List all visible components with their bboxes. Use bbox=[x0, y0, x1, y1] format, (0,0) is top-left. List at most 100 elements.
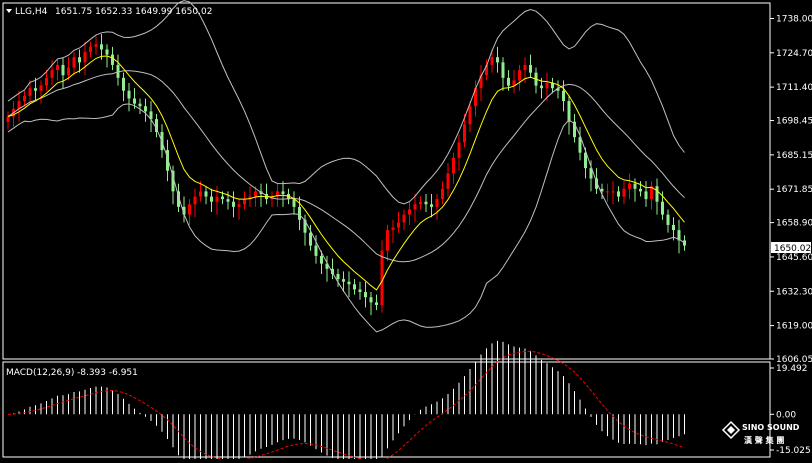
candle-body bbox=[391, 227, 395, 231]
candle-body bbox=[408, 209, 411, 215]
candle-body bbox=[446, 173, 450, 189]
candle-body bbox=[512, 80, 516, 86]
candle-body bbox=[254, 191, 257, 197]
candle-body bbox=[243, 199, 246, 205]
candle-body bbox=[523, 64, 527, 71]
logo-text-zh: 漢 聲 集 團 bbox=[744, 435, 784, 445]
candle-body bbox=[435, 199, 439, 207]
candle-body bbox=[501, 62, 505, 78]
candle-body bbox=[463, 124, 466, 143]
logo-inner-icon bbox=[727, 426, 735, 434]
candle-body bbox=[215, 196, 219, 202]
price-tick-label: 1671.85 bbox=[776, 185, 812, 195]
price-tick-label: 1698.45 bbox=[776, 117, 812, 127]
trading-chart: 19.492 0.00 -15.025 1738.00 1724.70 1711.40 1… bbox=[0, 0, 812, 463]
candle-body bbox=[529, 64, 532, 73]
price-axis: 1738.00 1724.70 1711.40 1698.45 1685.15 1671.… bbox=[770, 14, 812, 365]
candle-body bbox=[28, 88, 32, 96]
candle-body bbox=[490, 57, 494, 65]
macd-values: -8.393 -6.951 bbox=[77, 368, 138, 378]
candle-body bbox=[127, 90, 131, 99]
candle-body bbox=[540, 85, 543, 89]
candle-body bbox=[72, 57, 76, 68]
candle-body bbox=[309, 232, 312, 246]
candle-body bbox=[78, 57, 81, 63]
candle-body bbox=[518, 70, 521, 81]
candle-body bbox=[452, 157, 455, 174]
candle-body bbox=[567, 101, 571, 122]
price-tick-label: 1658.90 bbox=[776, 219, 812, 229]
candle-body bbox=[39, 85, 43, 91]
price-tick-label: 1685.15 bbox=[776, 151, 812, 161]
bollinger-lower-line bbox=[7, 103, 685, 333]
candle-body bbox=[424, 201, 428, 205]
candle-body bbox=[232, 201, 235, 207]
candle-body bbox=[133, 98, 136, 104]
candle-body bbox=[83, 52, 87, 63]
candle-body bbox=[655, 186, 659, 202]
candle-body bbox=[666, 214, 670, 225]
price-tick-label: 1738.00 bbox=[776, 14, 812, 24]
price-tick-label: 1711.40 bbox=[776, 83, 812, 93]
candle-body bbox=[314, 245, 318, 256]
candle-body bbox=[342, 279, 345, 282]
candle-body bbox=[628, 183, 631, 189]
candle-body bbox=[105, 49, 109, 55]
candle-body bbox=[298, 206, 301, 220]
candle-body bbox=[50, 70, 54, 78]
macd-tick-label: 19.492 bbox=[776, 364, 808, 374]
candle-body bbox=[94, 44, 98, 47]
candle-body bbox=[221, 196, 224, 200]
candle-body bbox=[644, 191, 648, 200]
candle-body bbox=[633, 183, 637, 189]
candle-body bbox=[617, 191, 620, 197]
candle-body bbox=[683, 240, 686, 246]
candle-body bbox=[545, 83, 549, 89]
candle-body bbox=[199, 191, 202, 197]
candle-body bbox=[419, 201, 422, 205]
candle-body bbox=[23, 95, 26, 102]
moving-average-line bbox=[7, 55, 685, 291]
price-tick-label: 1619.00 bbox=[776, 322, 812, 332]
candle-body bbox=[496, 57, 499, 63]
candle-body bbox=[468, 106, 472, 125]
candle-body bbox=[661, 201, 664, 215]
candle-body bbox=[320, 255, 323, 264]
candle-body bbox=[281, 191, 285, 194]
sino-sound-logo: SINO SOUND 漢 聲 集 團 bbox=[721, 420, 800, 445]
candle-body bbox=[430, 204, 433, 207]
candle-body bbox=[639, 188, 642, 192]
candle-body bbox=[237, 204, 241, 207]
candle-body bbox=[507, 77, 510, 86]
candle-body bbox=[111, 54, 114, 65]
candle-body bbox=[413, 204, 417, 210]
symbol-label: LLG,H4 bbox=[15, 7, 48, 17]
candle-body bbox=[67, 67, 70, 76]
candle-body bbox=[380, 250, 384, 305]
candle-body bbox=[457, 142, 461, 158]
ohlc-readout: 1651.75 1652.33 1649.99 1650.02 bbox=[55, 7, 212, 17]
candle-body bbox=[358, 289, 362, 293]
price-tick-label: 1724.70 bbox=[776, 49, 812, 59]
price-tick-label: 1645.60 bbox=[776, 253, 812, 263]
current-price-label: 1650.02 bbox=[774, 244, 811, 254]
candle-body bbox=[100, 44, 103, 50]
candle-body bbox=[347, 281, 351, 285]
candle-body bbox=[210, 196, 213, 202]
candle-body bbox=[34, 88, 37, 91]
collapse-triangle-icon[interactable] bbox=[6, 9, 12, 13]
candle-body bbox=[56, 64, 59, 71]
logo-text-en: SINO SOUND bbox=[742, 423, 800, 432]
candle-body bbox=[375, 302, 378, 305]
candle-body bbox=[188, 204, 191, 215]
candle-body bbox=[672, 224, 675, 231]
chart-canvas: 19.4920.00-15.025 1738.001724.701711.401… bbox=[2, 0, 812, 463]
candle-body bbox=[611, 191, 615, 193]
price-tick-label: 1632.30 bbox=[776, 287, 812, 297]
candle-body bbox=[622, 188, 626, 197]
candle-body bbox=[204, 191, 208, 197]
candle-body bbox=[397, 222, 400, 228]
candle-body bbox=[89, 46, 92, 53]
candle-body bbox=[441, 188, 444, 200]
price-layer bbox=[6, 0, 686, 333]
